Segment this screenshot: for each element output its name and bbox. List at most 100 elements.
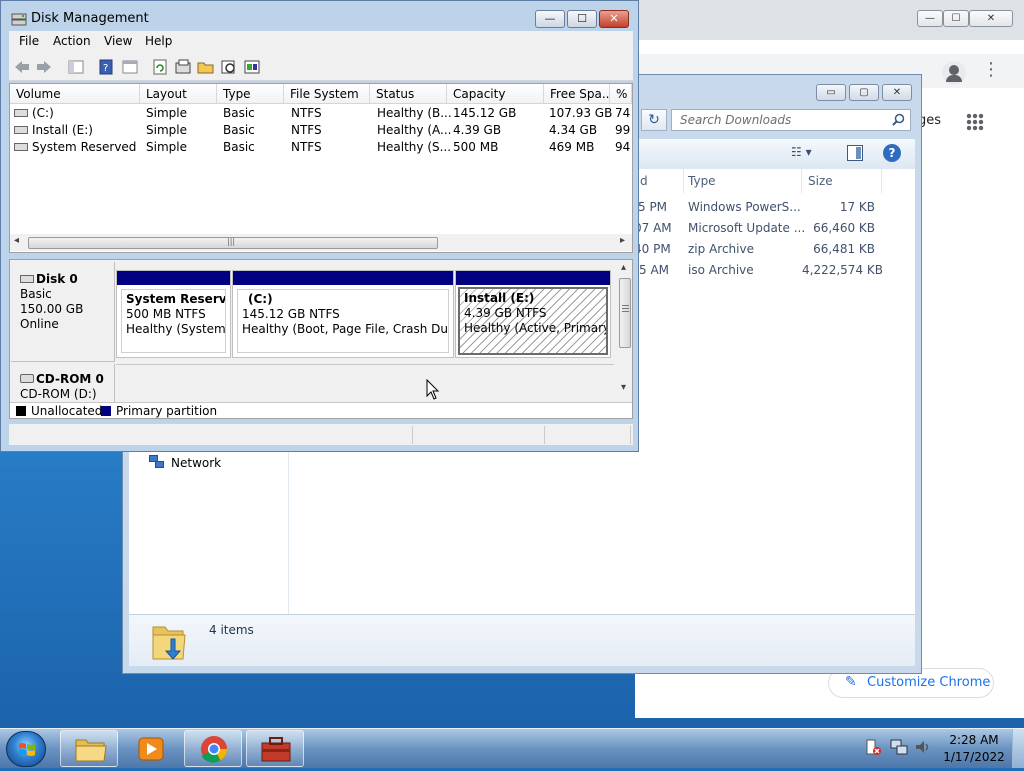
explore-icon[interactable] <box>220 58 238 76</box>
show-desktop-button[interactable] <box>1012 729 1024 768</box>
cdrom-0-label[interactable]: CD-ROM 0 CD-ROM (D:) <box>11 364 115 404</box>
file-row-date: 5 AM <box>639 263 670 277</box>
taskbar-computer-management-button[interactable] <box>246 730 304 767</box>
open-folder-icon[interactable] <box>197 58 215 76</box>
action-center-icon[interactable] <box>864 738 882 756</box>
partition-name: System Reserved <box>126 292 226 306</box>
search-icon <box>892 113 905 126</box>
cell-status: Healthy (S... <box>377 140 452 154</box>
minimize-button[interactable]: — <box>535 10 565 28</box>
drive-icon <box>14 143 28 151</box>
column-type[interactable]: Type <box>682 169 802 193</box>
horizontal-scrollbar[interactable]: ◂ ||| ▸ <box>10 234 632 251</box>
media-player-icon <box>138 737 164 761</box>
menu-view[interactable]: View <box>104 34 132 48</box>
table-row[interactable]: (C:) Simple Basic NTFS Healthy (B... 145… <box>10 105 632 122</box>
console-tree-icon[interactable] <box>67 58 85 76</box>
profile-avatar-icon[interactable] <box>942 61 966 85</box>
help-book-icon[interactable]: ? <box>97 58 115 76</box>
cell-file-system: NTFS <box>291 123 322 137</box>
header-volume[interactable]: Volume <box>10 84 140 104</box>
header-percent-free[interactable]: % F <box>610 84 632 104</box>
unallocated-swatch <box>16 406 26 416</box>
menu-action[interactable]: Action <box>53 34 91 48</box>
scroll-up-arrow-icon[interactable]: ▴ <box>621 262 626 273</box>
volume-icon[interactable] <box>914 738 932 756</box>
partition-status: Healthy (Boot, Page File, Crash Dump, P <box>242 322 449 336</box>
header-status[interactable]: Status <box>370 84 447 104</box>
header-layout[interactable]: Layout <box>140 84 217 104</box>
explorer-maximize-button[interactable]: ▢ <box>849 84 879 101</box>
preview-pane-icon[interactable] <box>847 145 863 161</box>
refresh-icon[interactable] <box>151 58 169 76</box>
disk-0-label[interactable]: Disk 0 Basic 150.00 GB Online <box>11 262 115 362</box>
disk-0-name: Disk 0 <box>36 272 78 286</box>
start-button[interactable] <box>6 731 46 767</box>
taskbar-explorer-button[interactable] <box>60 730 118 767</box>
column-date-modified[interactable]: d <box>634 169 684 193</box>
scrollbar-thumb[interactable]: ||| <box>28 237 438 249</box>
header-file-system[interactable]: File System <box>284 84 370 104</box>
explorer-close-button[interactable]: ✕ <box>882 84 912 101</box>
scroll-down-arrow-icon[interactable]: ▾ <box>621 382 626 393</box>
search-downloads-input[interactable]: Search Downloads <box>671 109 911 131</box>
partition-c[interactable]: (C:) 145.12 GB NTFS Healthy (Boot, Page … <box>232 270 454 358</box>
disk-0-state: Online <box>20 317 59 331</box>
status-bar <box>9 423 633 445</box>
network-tray-icon[interactable] <box>890 738 908 756</box>
cell-volume: Install (E:) <box>32 123 93 137</box>
file-row-type: zip Archive <box>688 242 754 256</box>
chrome-menu-icon[interactable]: ⋮ <box>982 60 1000 82</box>
file-row-type: Windows PowerS... <box>688 200 801 214</box>
chrome-close-button[interactable]: ✕ <box>969 10 1013 27</box>
back-icon[interactable] <box>13 58 31 76</box>
view-options-icon[interactable]: ☷ ▾ <box>791 145 812 159</box>
apps-grid-icon[interactable] <box>966 113 984 131</box>
chrome-maximize-button[interactable]: ☐ <box>943 10 969 27</box>
vertical-scrollbar[interactable]: ▴ ▾ <box>618 262 632 396</box>
primary-partition-swatch <box>101 406 111 416</box>
taskbar-media-player-button[interactable] <box>122 730 180 767</box>
partition-body: (C:) 145.12 GB NTFS Healthy (Boot, Page … <box>237 289 449 353</box>
forward-icon[interactable] <box>35 58 53 76</box>
status-segment <box>545 426 631 444</box>
volume-list: Volume Layout Type File System Status Ca… <box>9 83 633 253</box>
taskbar-chrome-button[interactable] <box>184 730 242 767</box>
disk-0-type: Basic <box>20 287 52 301</box>
scroll-left-arrow-icon[interactable]: ◂ <box>14 235 19 246</box>
menu-file[interactable]: File <box>19 34 39 48</box>
item-count: 4 items <box>209 623 254 637</box>
disk-0-size: 150.00 GB <box>20 302 84 316</box>
header-type[interactable]: Type <box>217 84 284 104</box>
clock-time[interactable]: 2:28 AM <box>940 733 1008 747</box>
scrollbar-thumb[interactable] <box>619 278 631 348</box>
menu-help[interactable]: Help <box>145 34 172 48</box>
explorer-minimize-button[interactable]: ▭ <box>816 84 846 101</box>
cell-file-system: NTFS <box>291 140 322 154</box>
help-icon[interactable]: ? <box>883 144 901 162</box>
clock-date[interactable]: 1/17/2022 <box>940 750 1008 764</box>
table-row[interactable]: Install (E:) Simple Basic NTFS Healthy (… <box>10 122 632 139</box>
maximize-button[interactable]: ☐ <box>567 10 597 28</box>
partition-install-e[interactable]: Install (E:) 4.39 GB NTFS Healthy (Activ… <box>455 270 611 358</box>
column-size[interactable]: Size <box>802 169 882 193</box>
scroll-right-arrow-icon[interactable]: ▸ <box>620 235 625 246</box>
table-row[interactable]: System Reserved Simple Basic NTFS Health… <box>10 139 632 156</box>
disk-graphical-view: Disk 0 Basic 150.00 GB Online System Res… <box>9 259 633 419</box>
rescan-disks-icon[interactable] <box>174 58 192 76</box>
legend-unallocated: Unallocated <box>31 404 103 418</box>
file-row-date: 07 AM <box>634 221 672 235</box>
partition-system-reserved[interactable]: System Reserved 500 MB NTFS Healthy (Sys… <box>116 270 231 358</box>
properties-view-icon[interactable] <box>121 58 139 76</box>
chrome-minimize-button[interactable]: — <box>917 10 943 27</box>
refresh-button[interactable]: ↻ <box>641 109 667 131</box>
close-button[interactable]: ✕ <box>599 10 629 28</box>
nav-network[interactable]: Network <box>171 456 221 470</box>
file-row-type: Microsoft Update ... <box>688 221 806 235</box>
disk-properties-icon[interactable] <box>243 58 261 76</box>
file-row-size: 66,460 KB <box>813 221 875 235</box>
details-pane: 4 items <box>129 614 915 666</box>
header-free-space[interactable]: Free Spa... <box>544 84 610 104</box>
header-capacity[interactable]: Capacity <box>447 84 544 104</box>
legend: Unallocated Primary partition <box>10 402 632 418</box>
